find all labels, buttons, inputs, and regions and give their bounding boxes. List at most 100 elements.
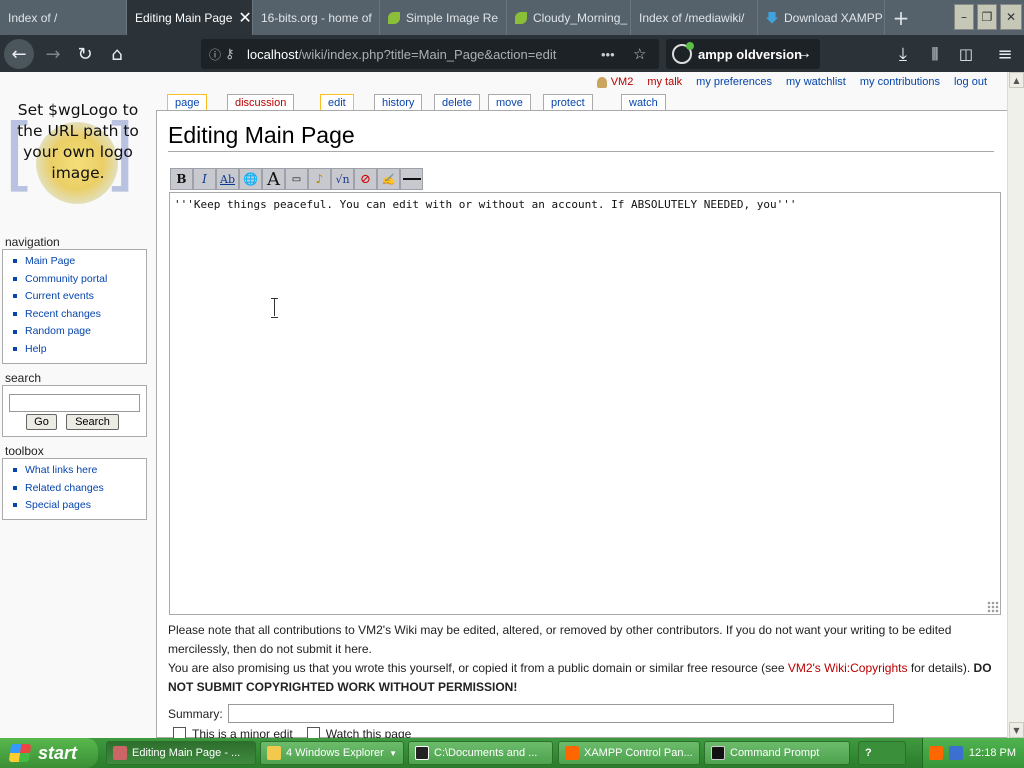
taskbar-item-xampp[interactable]: XAMPP Control Pan... <box>558 741 700 765</box>
external-link-icon[interactable]: 🌐 <box>239 168 262 190</box>
clock[interactable]: 12:18 PM <box>969 747 1016 759</box>
nav-link-random-page[interactable]: Random page <box>13 323 146 341</box>
embedded-image-icon[interactable]: ▭ <box>285 168 308 190</box>
taskbar-item-command-prompt[interactable]: Command Prompt <box>704 741 850 765</box>
copyrights-link[interactable]: VM2's Wiki:Copyrights <box>788 661 908 675</box>
close-icon[interactable]: ✕ <box>238 8 251 28</box>
url-bar[interactable]: ⓘ ⚷ localhost/wiki/index.php?title=Main_… <box>201 39 659 69</box>
forward-arrow-icon[interactable]: → <box>38 39 68 69</box>
bullet-icon <box>13 276 17 281</box>
browser-navigation-bar: ← → ↻ ⌂ ⓘ ⚷ localhost/wiki/index.php?tit… <box>0 35 1024 72</box>
menu-icon[interactable]: ≡ <box>990 39 1020 69</box>
search-button[interactable]: Search <box>66 414 119 430</box>
log-out-link[interactable]: log out <box>954 76 987 88</box>
browser-tab-active[interactable]: Editing Main Page ✕ <box>127 0 253 35</box>
tab-watch[interactable]: watch <box>621 94 666 110</box>
summary-input[interactable] <box>227 704 894 723</box>
minor-edit-checkbox[interactable] <box>173 727 186 738</box>
nav-link-current-events[interactable]: Current events <box>13 288 146 306</box>
tab-delete[interactable]: delete <box>434 94 480 110</box>
signature-icon[interactable]: ✍ <box>377 168 400 190</box>
reload-icon[interactable]: ↻ <box>70 39 100 69</box>
user-link[interactable]: VM2 <box>596 76 633 88</box>
browser-search-box[interactable]: ampp oldversion → <box>666 39 820 69</box>
resize-grip-icon[interactable] <box>987 601 999 613</box>
personal-tools: VM2 my talk my preferences my watchlist … <box>596 76 987 88</box>
horizontal-line-icon[interactable] <box>400 168 423 190</box>
toolbox-link-special-pages[interactable]: Special pages <box>13 497 146 515</box>
text-cursor-icon <box>270 298 279 318</box>
xampp-tray-icon[interactable] <box>928 746 943 760</box>
go-arrow-icon[interactable]: → <box>796 45 812 63</box>
download-arrow-icon <box>766 11 778 24</box>
minor-edit-option[interactable]: This is a minor edit <box>173 727 293 738</box>
browser-tab[interactable]: Index of / <box>0 0 127 35</box>
search-input[interactable] <box>9 394 140 412</box>
browser-tab[interactable]: Simple Image Re <box>380 0 507 35</box>
my-preferences-link[interactable]: my preferences <box>696 76 772 88</box>
nav-link-main-page[interactable]: Main Page <box>13 253 146 271</box>
more-actions-icon[interactable]: ••• <box>601 47 615 62</box>
scroll-down-icon[interactable]: ▼ <box>1009 722 1024 738</box>
bullet-icon <box>13 347 17 352</box>
my-contributions-link[interactable]: my contributions <box>860 76 940 88</box>
math-formula-icon[interactable]: √n <box>331 168 354 190</box>
sidebar-icon[interactable]: ◫ <box>951 39 981 69</box>
notice-line-1: Please note that all contributions to VM… <box>168 623 952 656</box>
home-icon[interactable]: ⌂ <box>102 39 132 69</box>
nav-link-community-portal[interactable]: Community portal <box>13 271 146 289</box>
new-tab-button[interactable]: + <box>886 0 916 35</box>
bullet-icon <box>13 468 17 473</box>
taskbar-item-browser[interactable]: Editing Main Page - ... <box>106 741 256 765</box>
toolbox-link-related-changes[interactable]: Related changes <box>13 480 146 498</box>
start-button[interactable]: start <box>0 738 98 768</box>
download-icon[interactable]: ⤓ <box>888 39 918 69</box>
taskbar-item-explorer[interactable]: 4 Windows Explorer ▼ <box>260 741 404 765</box>
browser-tab[interactable]: 16-bits.org - home of <box>253 0 380 35</box>
media-link-icon[interactable]: ♪ <box>308 168 331 190</box>
browser-tab[interactable]: Index of /mediawiki/ <box>631 0 758 35</box>
internal-link-icon[interactable]: Ab <box>216 168 239 190</box>
language-bar[interactable]: ? <box>858 741 906 765</box>
vertical-scrollbar[interactable]: ▲ ▼ <box>1007 72 1024 738</box>
info-icon[interactable]: ⓘ <box>209 46 225 63</box>
tab-protect[interactable]: protect <box>543 94 593 110</box>
tab-label: Cloudy_Morning_ <box>533 10 628 25</box>
go-button[interactable]: Go <box>26 414 57 430</box>
tab-edit[interactable]: edit <box>320 94 354 111</box>
italic-icon[interactable]: I <box>193 168 216 190</box>
navigation-title: navigation <box>5 235 60 249</box>
tab-discussion[interactable]: discussion <box>227 94 295 110</box>
edit-textarea[interactable]: '''Keep things peaceful. You can edit wi… <box>169 192 1001 615</box>
tab-move[interactable]: move <box>488 94 531 110</box>
browser-tab[interactable]: Download XAMPP <box>758 0 885 35</box>
restore-icon[interactable]: ❐ <box>977 4 997 30</box>
scroll-up-icon[interactable]: ▲ <box>1009 72 1024 88</box>
toolbox-link-what-links-here[interactable]: What links here <box>13 462 146 480</box>
browser-tab[interactable]: Cloudy_Morning_ <box>507 0 631 35</box>
watch-page-option[interactable]: Watch this page <box>306 727 411 738</box>
my-talk-link[interactable]: my talk <box>647 76 682 88</box>
edit-notice: Please note that all contributions to VM… <box>168 621 998 697</box>
bookmark-star-icon[interactable]: ☆ <box>633 45 646 63</box>
help-icon[interactable]: ? <box>865 747 872 759</box>
watch-page-checkbox[interactable] <box>306 727 320 738</box>
nav-link-help[interactable]: Help <box>13 341 146 359</box>
system-tray: 12:18 PM <box>922 738 1024 768</box>
minimize-icon[interactable]: – <box>954 4 974 30</box>
taskbar-item-documents[interactable]: C:\Documents and ... <box>408 741 553 765</box>
close-window-icon[interactable]: ✕ <box>1000 4 1022 30</box>
tab-history[interactable]: history <box>374 94 423 110</box>
back-arrow-icon[interactable]: ← <box>4 39 34 69</box>
nav-link-recent-changes[interactable]: Recent changes <box>13 306 146 324</box>
network-icon[interactable] <box>948 746 963 760</box>
toolbox-title: toolbox <box>5 444 44 458</box>
wiki-logo[interactable]: [ ] Set $wgLogo to the URL path to your … <box>4 100 139 210</box>
bold-icon[interactable]: B <box>170 168 193 190</box>
library-icon[interactable]: ⫼ <box>920 39 950 69</box>
headline-icon[interactable]: A <box>262 168 285 190</box>
bullet-icon <box>13 329 17 334</box>
nowiki-icon[interactable]: ⊘ <box>354 168 377 190</box>
my-watchlist-link[interactable]: my watchlist <box>786 76 846 88</box>
tab-page[interactable]: page <box>167 94 208 111</box>
